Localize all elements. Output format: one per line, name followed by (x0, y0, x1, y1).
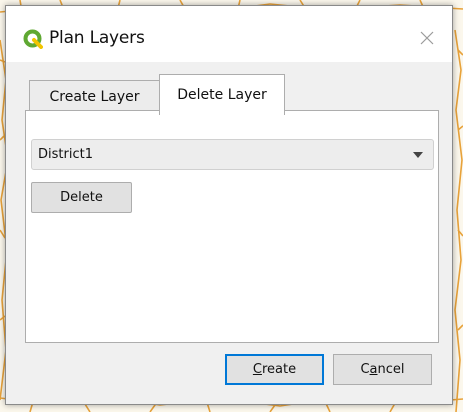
chevron-down-icon (413, 152, 423, 158)
create-mnemonic: C (252, 362, 262, 377)
tab-create-layer[interactable]: Create Layer (29, 80, 160, 112)
delete-layer-tab-pane: District1 Delete (25, 110, 439, 343)
title-bar: Plan Layers (6, 6, 452, 62)
cancel-label-rest: ncel (377, 362, 405, 377)
layer-select-value: District1 (38, 147, 93, 162)
layer-select[interactable]: District1 (31, 139, 434, 170)
create-button[interactable]: Create (225, 354, 324, 385)
cancel-label-prefix: C (360, 362, 370, 377)
delete-button[interactable]: Delete (31, 182, 132, 213)
create-label-rest: reate (261, 362, 297, 377)
qgis-logo-icon (23, 29, 43, 49)
close-button[interactable] (412, 23, 442, 53)
tab-delete-layer[interactable]: Delete Layer (159, 74, 285, 115)
cancel-mnemonic: a (369, 362, 378, 377)
cancel-button[interactable]: Ca ncel (333, 354, 432, 385)
plan-layers-dialog: Plan Layers Create Layer Delete Layer Di… (5, 5, 453, 405)
window-title: Plan Layers (49, 28, 145, 48)
close-icon (420, 31, 434, 45)
